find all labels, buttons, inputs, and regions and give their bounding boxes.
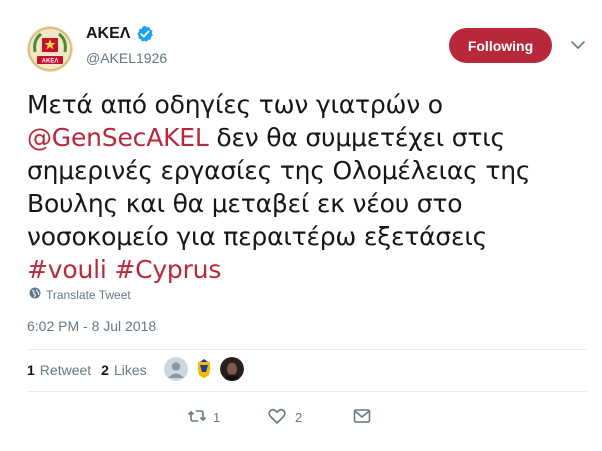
like-count: 2 xyxy=(295,410,303,425)
likes-stat[interactable]: 2 Likes xyxy=(101,362,146,378)
account-avatar[interactable]: ΑΚΕΛ xyxy=(27,26,73,72)
likers-avatars xyxy=(164,357,244,381)
retweet-icon xyxy=(187,406,207,429)
retweet-count: 1 xyxy=(213,410,221,425)
divider xyxy=(27,349,587,350)
hashtag-link-cyprus[interactable]: #Cyprus xyxy=(114,255,221,284)
retweets-stat[interactable]: 1 Retweet xyxy=(27,362,91,378)
tweet-text: Μετά από οδηγίες των γιατρών ο @GenSecAK… xyxy=(27,88,587,286)
liker-avatar[interactable] xyxy=(164,357,188,381)
heart-icon xyxy=(267,406,287,429)
translate-tweet-link[interactable]: Translate Tweet xyxy=(29,287,131,302)
mention-link[interactable]: @GenSecAKEL xyxy=(27,123,209,152)
translate-tweet-label: Translate Tweet xyxy=(46,287,131,302)
liker-avatar[interactable] xyxy=(192,357,216,381)
retweet-button[interactable]: 1 xyxy=(187,406,267,429)
likes-count: 2 xyxy=(101,362,109,378)
following-button[interactable]: Following xyxy=(449,28,552,63)
like-button[interactable]: 2 xyxy=(267,406,352,429)
tweet-card: ΑΚΕΛ ΑΚΕΛ @AKEL1926 Following Μετά από ο… xyxy=(0,0,602,451)
tweet-text-intro: Μετά από οδηγίες των γιατρών ο xyxy=(27,90,443,119)
globe-icon xyxy=(29,287,41,302)
likes-label: Likes xyxy=(113,362,147,378)
tweet-stats: 1 Retweet 2 Likes xyxy=(27,362,157,378)
envelope-icon xyxy=(352,406,372,429)
direct-message-button[interactable] xyxy=(352,406,372,429)
avatar-logo-text: ΑΚΕΛ xyxy=(42,59,59,65)
liker-avatar[interactable] xyxy=(220,357,244,381)
divider xyxy=(27,391,587,392)
tweet-timestamp[interactable]: 6:02 PM - 8 Jul 2018 xyxy=(27,318,156,334)
account-handle[interactable]: @AKEL1926 xyxy=(86,50,167,66)
retweets-count: 1 xyxy=(27,362,35,378)
retweets-label: Retweet xyxy=(39,362,92,378)
hashtag-link-vouli[interactable]: #vouli xyxy=(27,255,107,284)
verified-badge-icon xyxy=(136,25,154,43)
tweet-actions: 1 2 xyxy=(107,406,372,429)
chevron-down-icon[interactable] xyxy=(570,38,586,50)
account-name[interactable]: ΑΚΕΛ xyxy=(86,25,130,43)
